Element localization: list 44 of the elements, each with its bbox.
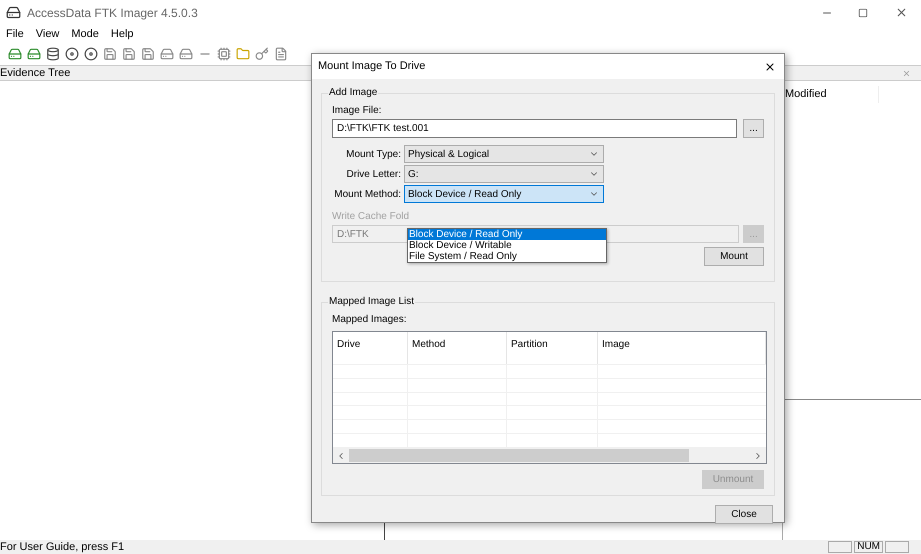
dropdown-option[interactable]: Block Device / Writable — [408, 240, 606, 251]
menu-item[interactable]: View — [36, 26, 60, 42]
status-indicator: NUM — [854, 541, 883, 553]
dropdown-option[interactable]: File System / Read Only — [408, 251, 606, 262]
browse-button[interactable]: ... — [743, 119, 764, 138]
close-icon[interactable] — [902, 68, 911, 78]
field-label: Mount Method: — [333, 188, 402, 202]
column-header[interactable]: Drive — [333, 332, 408, 364]
toolbar-icon[interactable] — [27, 47, 41, 61]
status-text: For User Guide, press F1 — [0, 541, 124, 553]
window-title: AccessData FTK Imager 4.5.0.3 — [27, 4, 198, 22]
toolbar-icon[interactable] — [46, 47, 60, 61]
dropdown[interactable]: Physical & Logical — [404, 145, 604, 163]
maximize-icon — [858, 8, 868, 18]
toolbar-icon[interactable] — [84, 47, 98, 61]
menu-item[interactable]: Help — [110, 26, 134, 42]
horizontal-scrollbar[interactable] — [333, 448, 766, 463]
app-icon — [6, 5, 21, 20]
column-header[interactable]: Partition — [507, 332, 598, 364]
status-indicator-box — [885, 541, 909, 553]
toolbar-icon[interactable] — [8, 47, 22, 61]
close-icon — [764, 60, 776, 72]
toolbar-icon[interactable] — [65, 47, 79, 61]
column-header[interactable]: Method — [408, 332, 507, 364]
dropdown-option[interactable]: Block Device / Read Only — [408, 229, 606, 240]
group-legend: Add Image — [328, 87, 378, 99]
input-field[interactable]: D:\FTK\FTK test.001 — [332, 119, 738, 138]
dropdown[interactable]: Block Device / Read Only — [404, 185, 604, 203]
mount-button[interactable]: Mount — [704, 247, 764, 266]
dropdown[interactable]: G: — [404, 165, 604, 183]
status-indicator-box — [828, 541, 852, 553]
field-label: Mapped Images: — [332, 313, 408, 326]
field-label: Drive Letter: — [346, 168, 402, 182]
column-header[interactable]: Image — [598, 332, 766, 364]
pane-title: Evidence Tree — [0, 66, 70, 81]
menu-item[interactable]: Mode — [71, 26, 99, 42]
field-label: Mount Type: — [345, 148, 402, 162]
menu-item[interactable]: File — [6, 26, 24, 42]
field-label: Write Cache Fold — [332, 210, 410, 223]
close-icon — [894, 6, 908, 19]
close-dialog-button[interactable]: Close — [715, 505, 773, 524]
dialog-title: Mount Image To Drive — [318, 59, 426, 74]
field-label: Image File: — [332, 104, 382, 117]
group-legend: Mapped Image List — [328, 296, 416, 308]
